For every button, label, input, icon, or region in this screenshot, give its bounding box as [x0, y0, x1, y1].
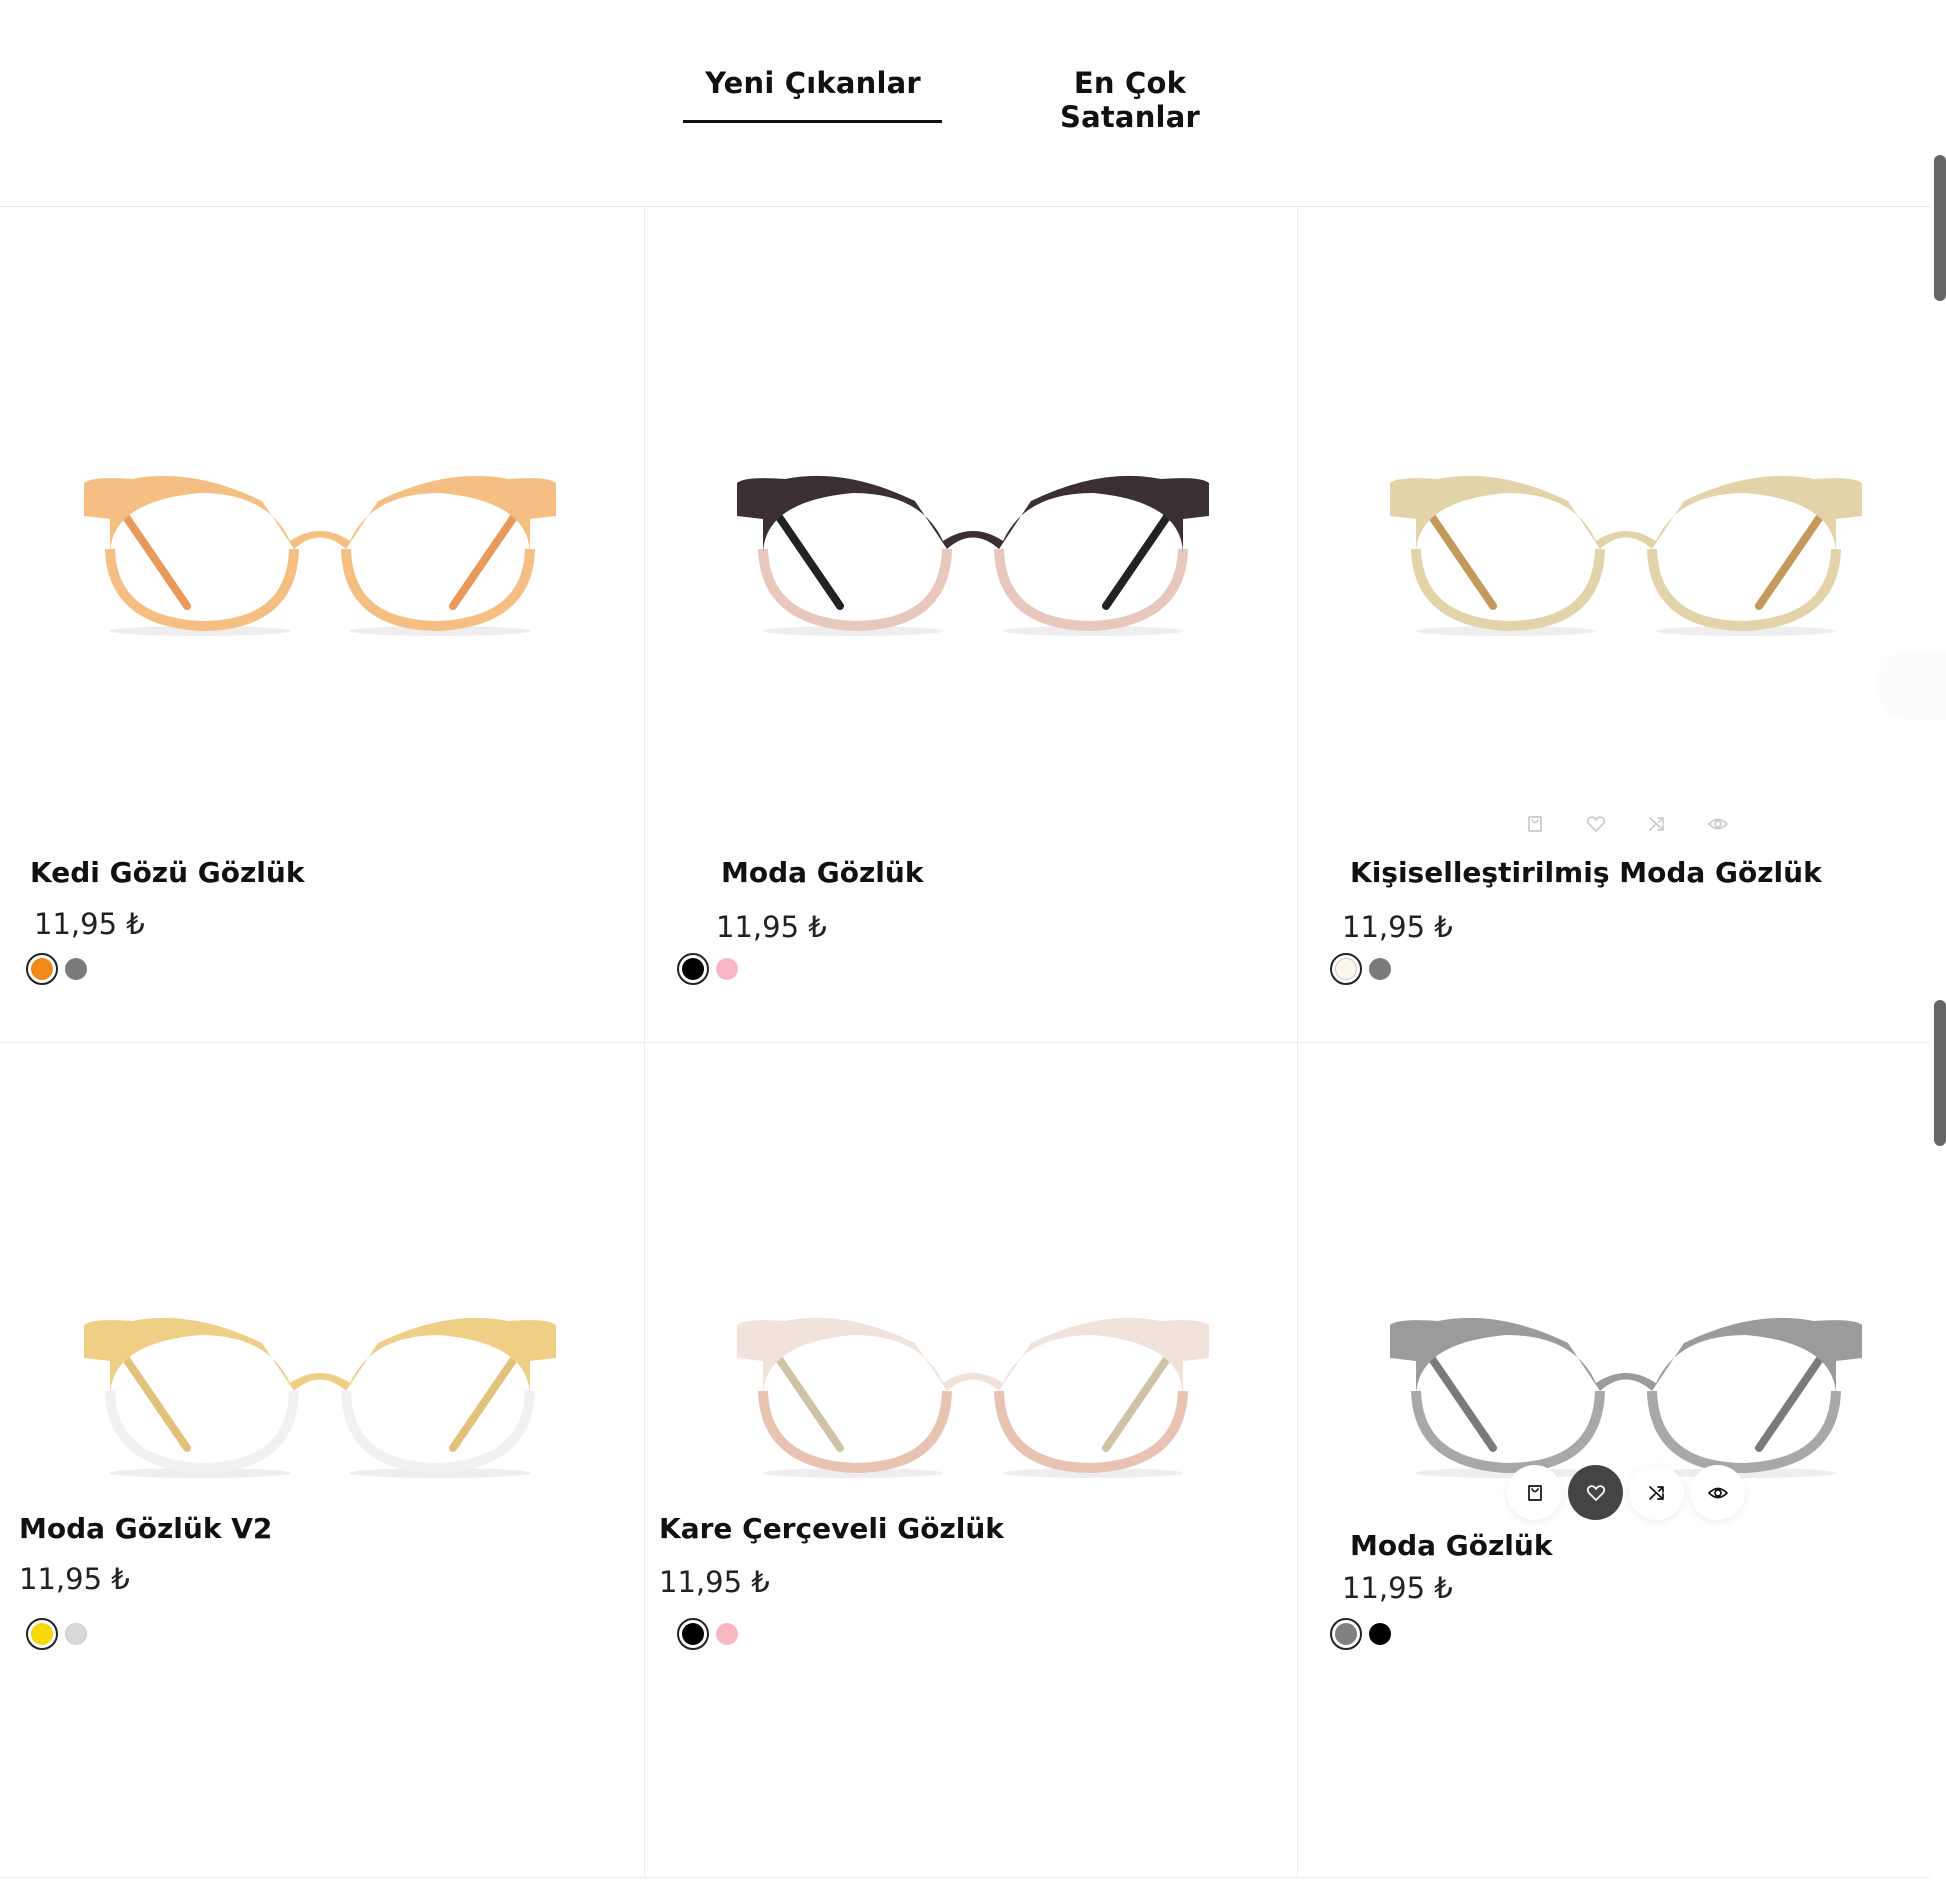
- product-actions: [1507, 796, 1745, 851]
- product-image[interactable]: [82, 471, 558, 645]
- heart-action-button[interactable]: [1568, 1465, 1623, 1520]
- color-swatches: [1330, 953, 1391, 985]
- round-glasses-image: [1390, 475, 1862, 636]
- active-tab-underline: [683, 120, 942, 123]
- product-card[interactable]: Moda Gözlük V2 11,95 ₺: [0, 1043, 644, 1877]
- color-swatch[interactable]: [26, 953, 58, 985]
- product-title[interactable]: Moda Gözlük V2: [19, 1512, 272, 1545]
- color-swatch[interactable]: [1330, 953, 1362, 985]
- shuffle-action-button[interactable]: [1629, 796, 1684, 851]
- product-title[interactable]: Kişiselleştirilmiş Moda Gözlük: [1350, 856, 1822, 889]
- color-swatches: [26, 953, 87, 985]
- product-image[interactable]: [1388, 1313, 1864, 1487]
- product-actions: [1507, 1465, 1745, 1520]
- product-image[interactable]: [735, 1313, 1211, 1487]
- cart-icon: [1527, 1484, 1542, 1501]
- product-price: 11,95 ₺: [1342, 910, 1453, 944]
- color-swatch[interactable]: [1330, 1618, 1362, 1650]
- color-swatches: [677, 1618, 738, 1650]
- product-title[interactable]: Moda Gözlük: [721, 856, 923, 889]
- product-title[interactable]: Kare Çerçeveli Gözlük: [659, 1512, 1004, 1545]
- tab-new-arrivals[interactable]: Yeni Çıkanlar: [683, 66, 943, 100]
- grey-cat-eye-glasses-image: [1390, 1317, 1862, 1478]
- heart-icon: [1586, 815, 1605, 832]
- eye-action-button[interactable]: [1690, 796, 1745, 851]
- color-swatch[interactable]: [677, 953, 709, 985]
- product-price: 11,95 ₺: [19, 1562, 130, 1596]
- two-tone-glasses-image: [84, 1317, 556, 1478]
- clear-browline-glasses-image: [737, 1317, 1209, 1478]
- color-swatch[interactable]: [65, 958, 87, 980]
- eye-icon: [1707, 1487, 1728, 1498]
- product-price: 11,95 ₺: [1342, 1571, 1453, 1605]
- cat-eye-glasses-image: [84, 475, 556, 636]
- product-card[interactable]: Moda Gözlük 11,95 ₺: [1298, 1043, 1930, 1877]
- shuffle-icon: [1648, 816, 1664, 831]
- color-swatch[interactable]: [716, 1623, 738, 1645]
- product-card[interactable]: Kare Çerçeveli Gözlük 11,95 ₺: [645, 1043, 1297, 1877]
- color-swatch[interactable]: [65, 1623, 87, 1645]
- heart-icon: [1586, 1484, 1605, 1501]
- side-panel-toggle[interactable]: [1876, 650, 1946, 720]
- browline-glasses-image: [737, 475, 1209, 636]
- product-card[interactable]: Kedi Gözü Gözlük 11,95 ₺: [0, 206, 644, 1042]
- cart-action-button[interactable]: [1507, 796, 1562, 851]
- eye-icon: [1707, 818, 1728, 829]
- product-image[interactable]: [82, 1313, 558, 1487]
- color-swatches: [26, 1618, 87, 1650]
- product-tabs: Yeni Çıkanlar En Çok Satanlar: [0, 0, 1930, 207]
- shuffle-action-button[interactable]: [1629, 1465, 1684, 1520]
- color-swatch[interactable]: [1369, 1623, 1391, 1645]
- product-price: 11,95 ₺: [716, 910, 827, 944]
- product-image[interactable]: [735, 471, 1211, 645]
- product-card[interactable]: Kişiselleştirilmiş Moda Gözlük 11,95 ₺: [1298, 206, 1930, 1042]
- grid-divider: [0, 1877, 1930, 1878]
- cart-icon: [1527, 815, 1542, 832]
- color-swatch[interactable]: [677, 1618, 709, 1650]
- eye-action-button[interactable]: [1690, 1465, 1745, 1520]
- scrollbar-thumb[interactable]: [1934, 155, 1946, 301]
- product-image[interactable]: [1388, 471, 1864, 645]
- product-grid: Kedi Gözü Gözlük 11,95 ₺ Moda Gözlük 11,…: [0, 206, 1930, 1878]
- cart-action-button[interactable]: [1507, 1465, 1562, 1520]
- product-price: 11,95 ₺: [659, 1565, 770, 1599]
- product-title[interactable]: Kedi Gözü Gözlük: [30, 856, 304, 889]
- color-swatches: [677, 953, 738, 985]
- product-card[interactable]: Moda Gözlük 11,95 ₺: [645, 206, 1297, 1042]
- color-swatches: [1330, 1618, 1391, 1650]
- heart-action-button[interactable]: [1568, 796, 1623, 851]
- color-swatch[interactable]: [716, 958, 738, 980]
- color-swatch[interactable]: [26, 1618, 58, 1650]
- color-swatch[interactable]: [1369, 958, 1391, 980]
- shuffle-icon: [1648, 1485, 1664, 1500]
- tab-best-sellers[interactable]: En Çok Satanlar: [1000, 66, 1260, 134]
- product-price: 11,95 ₺: [34, 907, 145, 941]
- scrollbar-thumb[interactable]: [1934, 1000, 1946, 1146]
- product-title[interactable]: Moda Gözlük: [1350, 1529, 1552, 1562]
